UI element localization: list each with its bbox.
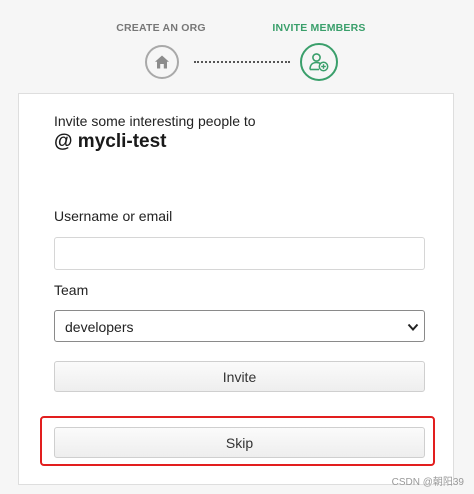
chevron-down-icon (407, 323, 419, 331)
step-connector (194, 61, 290, 63)
username-label: Username or email (54, 208, 173, 224)
team-label: Team (54, 282, 89, 298)
home-icon (155, 55, 169, 69)
username-input[interactable] (54, 237, 425, 270)
team-select-value: developers (65, 319, 134, 335)
add-user-icon (309, 53, 329, 72)
invite-intro-text: Invite some interesting people to (54, 113, 256, 129)
invite-button[interactable]: Invite (54, 361, 425, 392)
org-name: @ mycli-test (54, 131, 167, 152)
skip-button[interactable]: Skip (54, 427, 425, 458)
step-create-org-label: CREATE AN ORG (116, 22, 206, 34)
step-invite-members (300, 43, 338, 81)
watermark: CSDN @朝阳39 (391, 477, 464, 488)
progress-steps: CREATE AN ORG INVITE MEMBERS (0, 0, 474, 90)
team-select[interactable]: developers (54, 310, 425, 342)
step-create-org (145, 45, 179, 79)
step-invite-members-label: INVITE MEMBERS (272, 22, 366, 34)
